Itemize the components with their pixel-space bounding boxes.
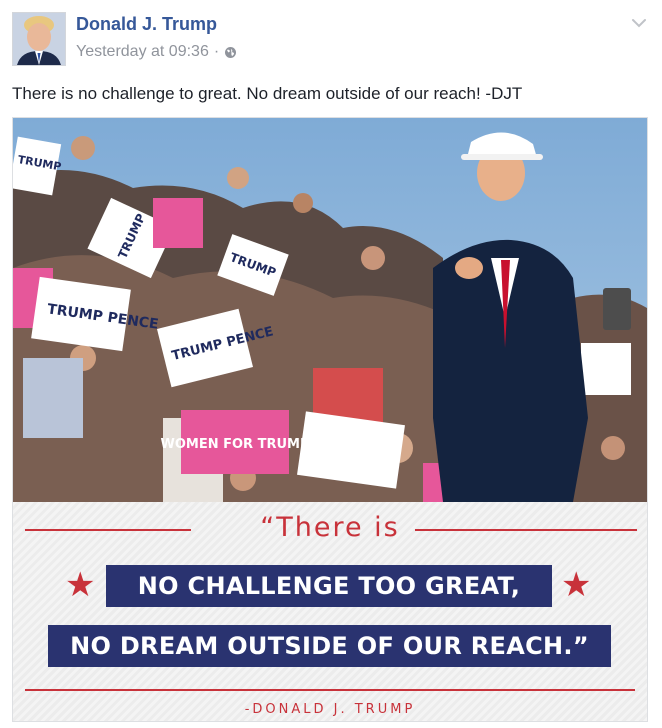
held-phone	[603, 288, 631, 330]
rule-bottom	[25, 689, 635, 691]
quote-line-3: NO DREAM OUTSIDE OF OUR REACH.”	[70, 632, 589, 660]
quote-graphic: “There is ★ NO CHALLENGE TOO GREAT, ★ NO…	[13, 502, 647, 721]
star-icon: ★	[561, 566, 592, 604]
crowd-sign	[153, 198, 203, 248]
meta-separator: ·	[213, 43, 220, 60]
rally-photo: TRUMP TRUMP TRUMP TRUMP PENCE TRUMP PENC…	[13, 118, 647, 502]
post-header: Donald J. Trump Yesterday at 09:36 ·	[0, 0, 662, 70]
author-name-link[interactable]: Donald J. Trump	[76, 14, 217, 35]
timestamp-link[interactable]: Yesterday at 09:36	[76, 43, 209, 61]
sign-text: WOMEN FOR TRUMP	[161, 437, 310, 452]
quote-attribution: -DONALD J. TRUMP	[244, 702, 416, 717]
chevron-down-icon[interactable]	[630, 14, 648, 32]
post-message: There is no challenge to great. No dream…	[12, 84, 523, 103]
globe-icon[interactable]	[224, 46, 237, 59]
quote-banner-2: NO DREAM OUTSIDE OF OUR REACH.”	[48, 625, 611, 667]
crowd-sign: WOMEN FOR TRUMP	[161, 410, 310, 474]
crowd-sign	[581, 343, 631, 395]
post-meta: Yesterday at 09:36 ·	[76, 43, 237, 61]
quote-banner-1: NO CHALLENGE TOO GREAT,	[106, 565, 552, 607]
star-icon: ★	[65, 566, 96, 604]
author-avatar[interactable]	[12, 12, 66, 66]
quote-line-2: NO CHALLENGE TOO GREAT,	[137, 572, 521, 600]
avatar-portrait	[13, 13, 65, 65]
post-image[interactable]: TRUMP TRUMP TRUMP TRUMP PENCE TRUMP PENC…	[12, 117, 648, 722]
quote-line-1: “There is	[260, 512, 400, 543]
